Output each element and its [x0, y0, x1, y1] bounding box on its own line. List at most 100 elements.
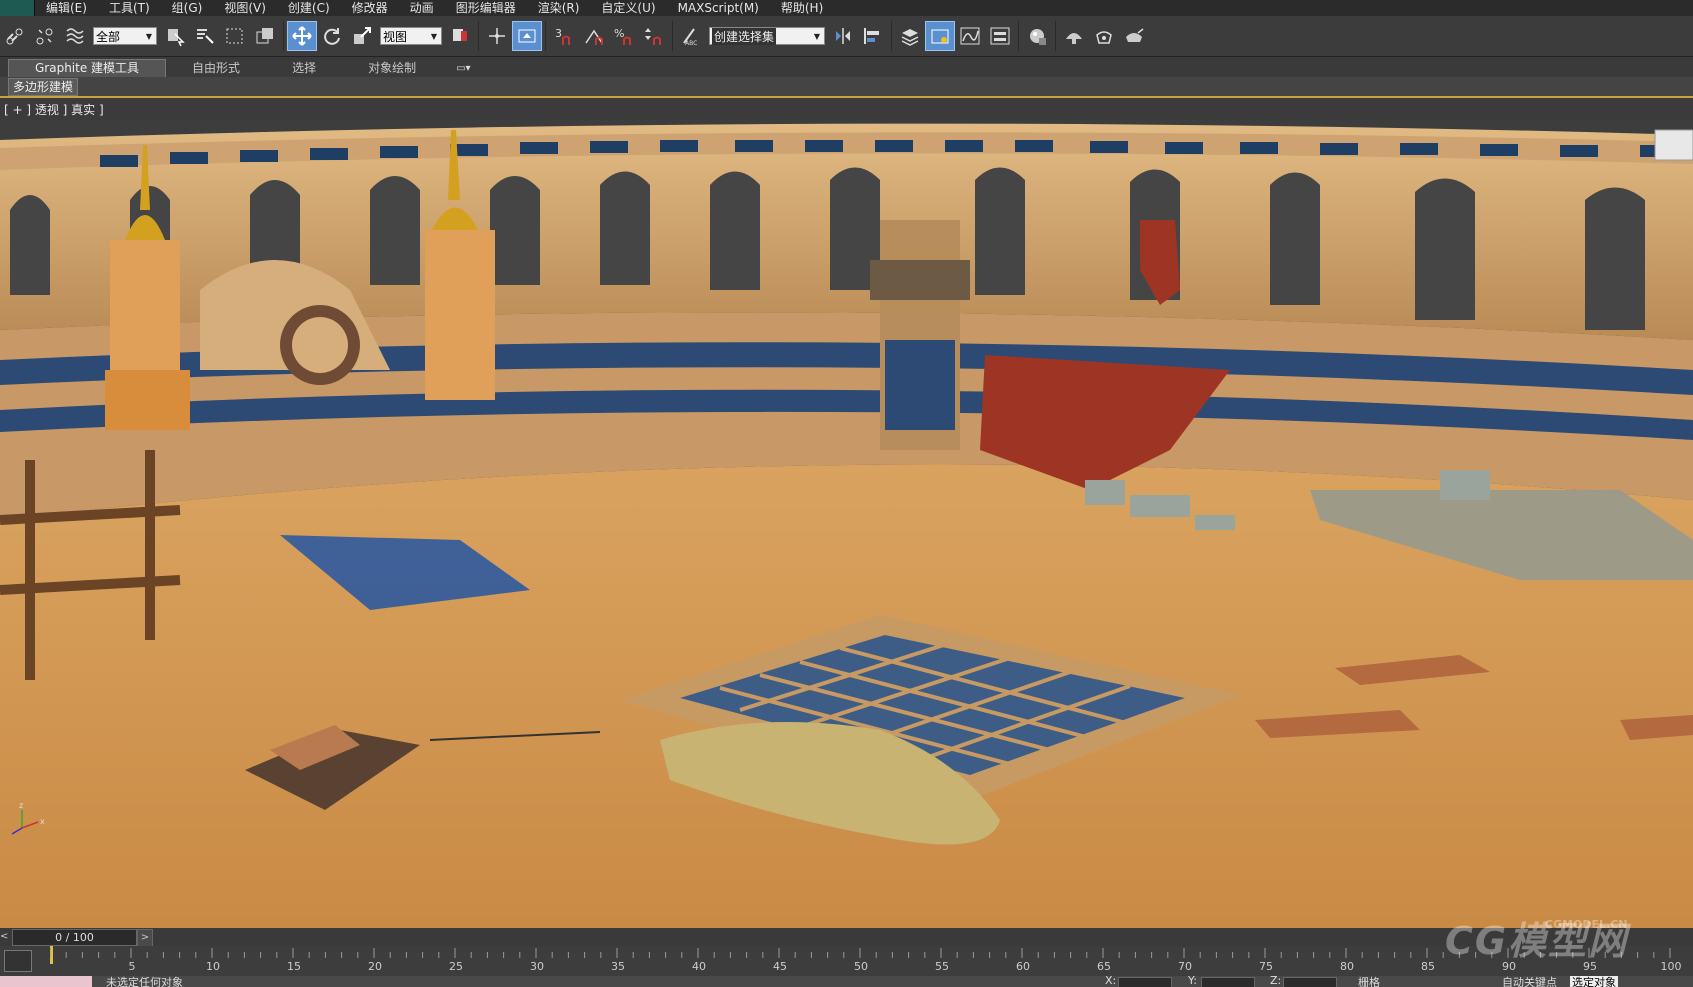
render-production-icon[interactable] — [1119, 21, 1149, 51]
viewport-header: [ + ] 透视 ] 真实 ] — [0, 98, 1693, 120]
z-label: Z: — [1270, 976, 1282, 987]
window-crossing-icon[interactable] — [250, 21, 280, 51]
svg-text:ABC: ABC — [685, 40, 697, 47]
time-prev-button[interactable]: < — [0, 929, 10, 945]
tick-label: 50 — [854, 960, 868, 973]
mirror-icon[interactable] — [828, 21, 858, 51]
main-toolbar: 全部 ▼ 视图 ▼ 3 % ABC 创建选择集 ▼ — [0, 16, 1693, 57]
tick-label: 65 — [1097, 960, 1111, 973]
watermark-url: CGMODEL.CN — [1545, 918, 1628, 931]
tab-object-paint[interactable]: 对象绘制 — [342, 60, 442, 77]
toolbar-divider — [672, 21, 673, 51]
menu-create[interactable]: 创建(C) — [277, 0, 341, 16]
rendered-frame-window-icon[interactable] — [1089, 21, 1119, 51]
selection-filter-value: 全部 — [96, 29, 121, 44]
timeline-ruler[interactable]: 5 10 15 20 25 30 35 40 45 50 55 60 65 70… — [50, 946, 1690, 976]
menu-animation[interactable]: 动画 — [399, 0, 445, 16]
snaps-toggle-icon[interactable]: 3 — [549, 21, 579, 51]
tick-label: 75 — [1259, 960, 1273, 973]
svg-text:z: z — [19, 801, 23, 810]
link-icon[interactable] — [0, 21, 30, 51]
edit-named-selection-icon[interactable]: ABC — [676, 21, 706, 51]
menu-help[interactable]: 帮助(H) — [770, 0, 834, 16]
svg-text:3: 3 — [555, 27, 562, 40]
svg-text:x: x — [40, 817, 45, 826]
tick-label: 60 — [1016, 960, 1030, 973]
select-by-name-icon[interactable] — [190, 21, 220, 51]
menu-bar: 编辑(E) 工具(T) 组(G) 视图(V) 创建(C) 修改器 动画 图形编辑… — [0, 0, 1693, 16]
track-bar[interactable]: 5 10 15 20 25 30 35 40 45 50 55 60 65 70… — [0, 946, 1693, 976]
select-object-icon[interactable] — [160, 21, 190, 51]
ribbon-options-dropdown[interactable]: ▭▾ — [456, 60, 470, 77]
tab-selection[interactable]: 选择 — [266, 60, 342, 77]
reference-coordinate-dropdown[interactable]: 视图 ▼ — [380, 27, 442, 45]
tick-label: 30 — [530, 960, 544, 973]
bind-space-warp-icon[interactable] — [60, 21, 90, 51]
menu-tools[interactable]: 工具(T) — [98, 0, 161, 16]
y-field[interactable] — [1201, 977, 1255, 987]
selected-object-field[interactable]: 选定对象 — [1570, 976, 1618, 987]
spinner-snap-icon[interactable] — [639, 21, 669, 51]
graphite-toolbar-icon[interactable] — [925, 21, 955, 51]
time-slider[interactable]: < 0 / 100 > — [0, 928, 1693, 947]
grid-label: 栅格 — [1358, 976, 1380, 987]
curve-editor-icon[interactable] — [955, 21, 985, 51]
menu-graph-editors[interactable]: 图形编辑器 — [445, 0, 527, 16]
schematic-view-icon[interactable] — [985, 21, 1015, 51]
status-prompt: 未选定任何对象 — [106, 976, 183, 987]
manipulate-icon[interactable] — [482, 21, 512, 51]
menu-maxscript[interactable]: MAXScript(M) — [667, 0, 770, 16]
menu-rendering[interactable]: 渲染(R) — [527, 0, 591, 16]
scale-icon[interactable] — [347, 21, 377, 51]
unlink-icon[interactable] — [30, 21, 60, 51]
tick-label: 15 — [287, 960, 301, 973]
named-selection-set-dropdown[interactable]: 创建选择集 ▼ — [709, 27, 825, 45]
pivot-center-icon[interactable] — [445, 21, 475, 51]
keyboard-shortcut-override-icon[interactable] — [512, 21, 542, 51]
menu-views[interactable]: 视图(V) — [213, 0, 277, 16]
viewport-label[interactable]: [ + ] 透视 ] 真实 ] — [4, 101, 104, 118]
polygon-modeling-panel-tab[interactable]: 多边形建模 — [8, 78, 79, 96]
render-setup-icon[interactable] — [1059, 21, 1089, 51]
tick-label: 5 — [128, 960, 136, 973]
material-editor-icon[interactable] — [1022, 21, 1052, 51]
toolbar-divider — [891, 21, 892, 51]
rotate-icon[interactable] — [317, 21, 347, 51]
tick-label: 45 — [773, 960, 787, 973]
percent-snap-icon[interactable]: % — [609, 21, 639, 51]
toolbar-divider — [1018, 21, 1019, 51]
maxscript-listener-mini[interactable] — [0, 976, 92, 987]
angle-snap-icon[interactable] — [579, 21, 609, 51]
menu-group[interactable]: 组(G) — [161, 0, 214, 16]
frame-counter[interactable]: 0 / 100 — [12, 929, 137, 946]
z-field[interactable] — [1283, 977, 1337, 987]
toolbar-divider — [478, 21, 479, 51]
tick-label: 55 — [935, 960, 949, 973]
chevron-down-icon: ▼ — [145, 31, 153, 41]
app-icon[interactable] — [0, 0, 35, 16]
perspective-viewport[interactable]: z x — [0, 120, 1693, 928]
toolbar-divider — [1055, 21, 1056, 51]
layer-manager-icon[interactable] — [895, 21, 925, 51]
move-icon[interactable] — [287, 21, 317, 51]
mini-curve-editor-icon[interactable] — [4, 950, 32, 972]
tick-label: 80 — [1340, 960, 1354, 973]
chevron-down-icon: ▼ — [813, 31, 821, 41]
tab-freeform[interactable]: 自由形式 — [166, 60, 266, 77]
menu-modifiers[interactable]: 修改器 — [341, 0, 399, 16]
x-field[interactable] — [1118, 977, 1172, 987]
time-next-button[interactable]: > — [137, 929, 153, 947]
menu-customize[interactable]: 自定义(U) — [590, 0, 666, 16]
autokey-label: 自动关键点 — [1502, 976, 1557, 987]
toolbar-divider — [283, 21, 284, 51]
x-label: X: — [1105, 976, 1117, 987]
selection-filter-dropdown[interactable]: 全部 ▼ — [93, 27, 157, 45]
align-icon[interactable] — [858, 21, 888, 51]
ribbon-panel: 多边形建模 — [0, 77, 1693, 98]
rectangular-selection-icon[interactable] — [220, 21, 250, 51]
tick-label: 70 — [1178, 960, 1192, 973]
menu-edit[interactable]: 编辑(E) — [35, 0, 98, 16]
tab-graphite-modeling-tools[interactable]: Graphite 建模工具 — [8, 59, 167, 77]
tick-label: 20 — [368, 960, 382, 973]
toolbar-divider — [545, 21, 546, 51]
